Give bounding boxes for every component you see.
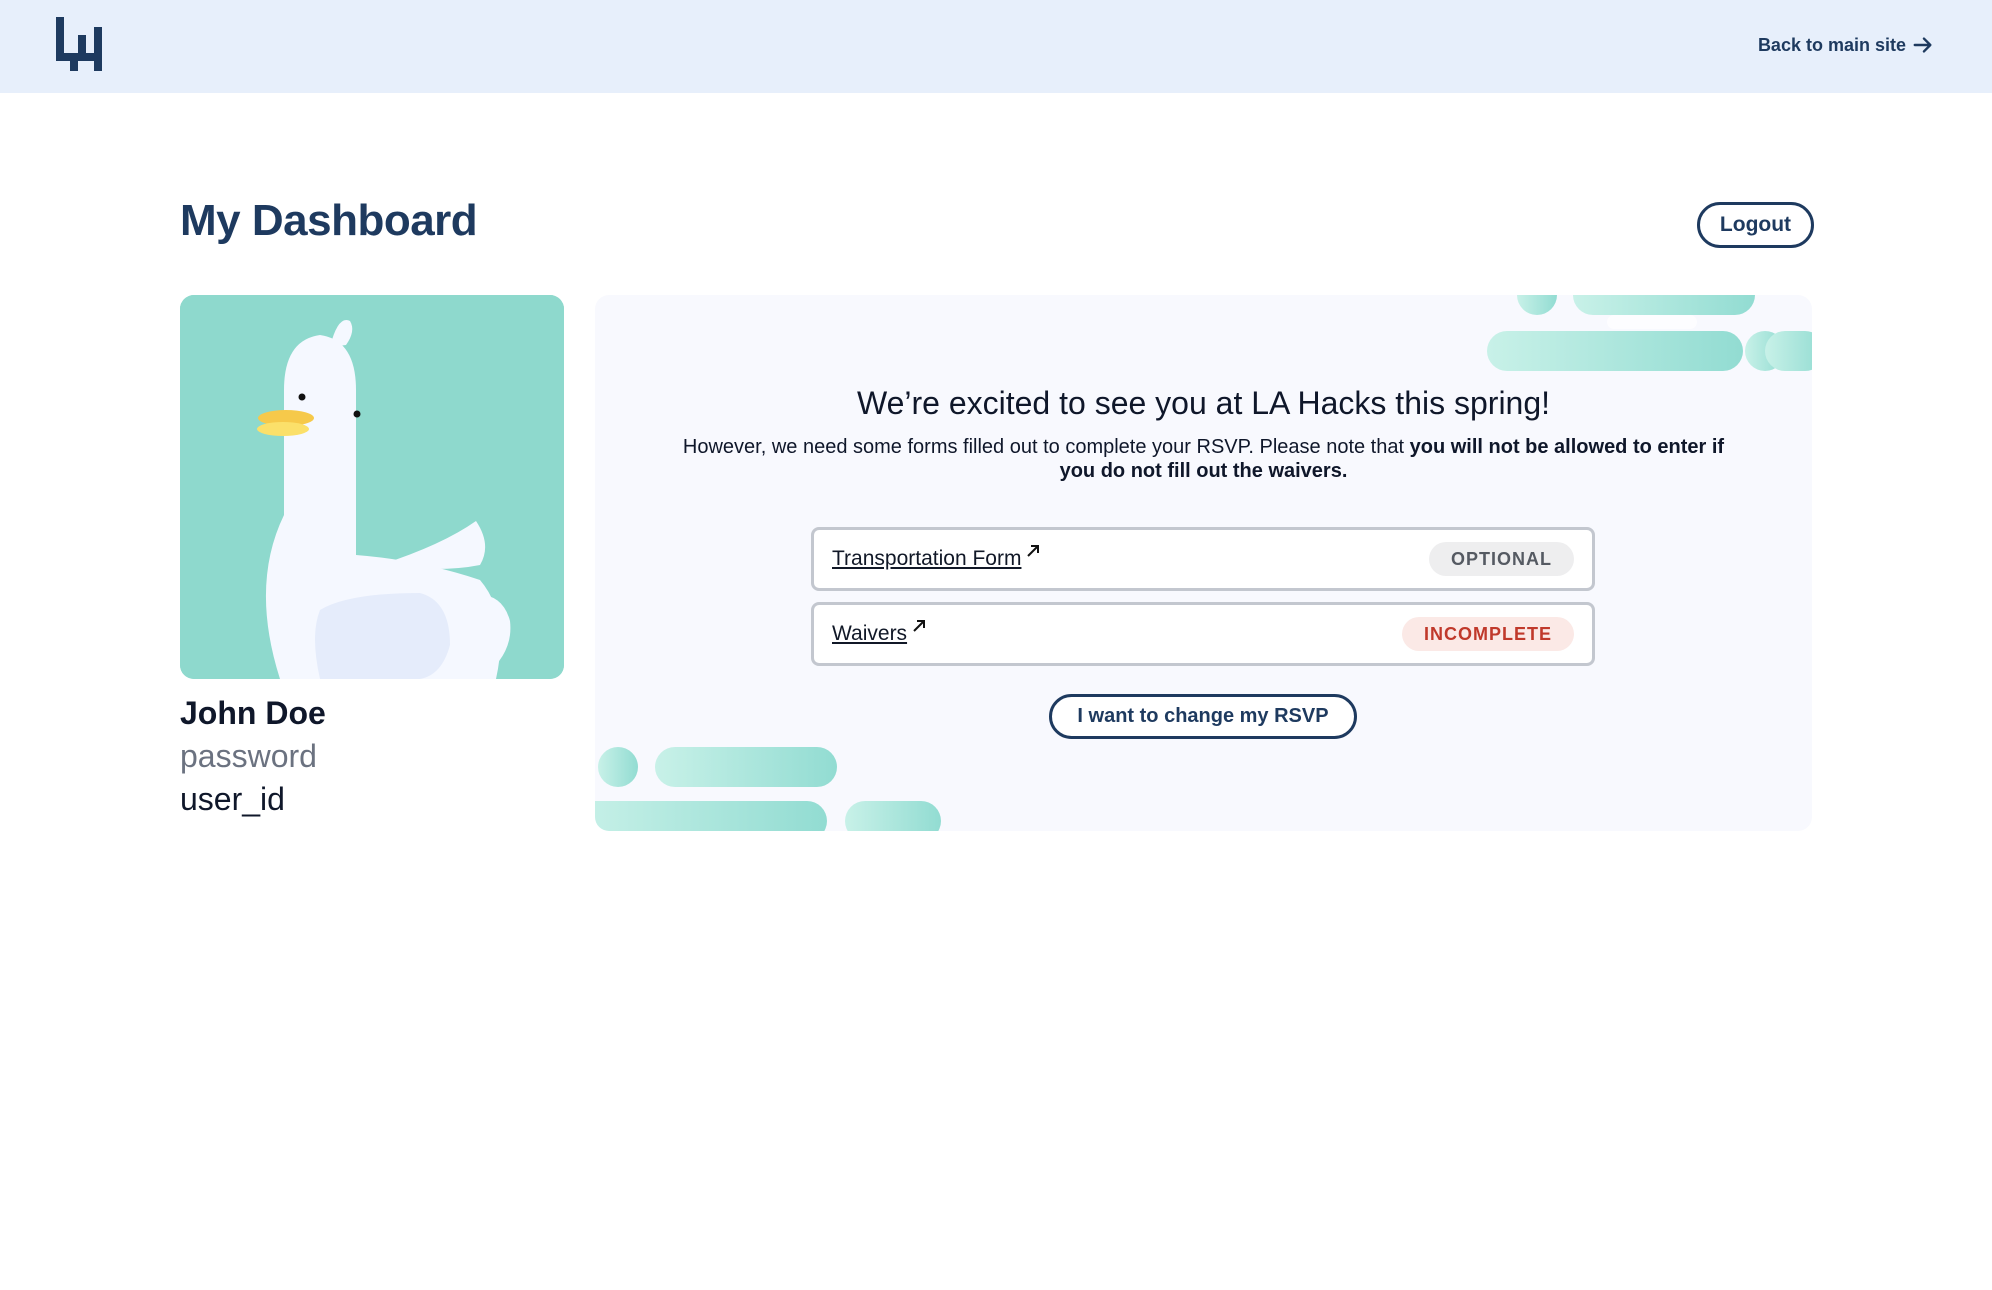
logout-button[interactable]: Logout (1697, 202, 1814, 248)
change-rsvp-button[interactable]: I want to change my RSVP (1049, 694, 1357, 739)
avatar (180, 295, 564, 679)
arrow-right-icon (1913, 37, 1932, 53)
user-password: password (180, 738, 317, 774)
external-link-icon (913, 620, 926, 632)
transportation-form-label: Transportation Form (832, 547, 1022, 570)
waivers-form-row: Waivers INCOMPLETE (811, 602, 1595, 666)
page-title: My Dashboard (180, 196, 478, 245)
duck-avatar-icon (180, 295, 564, 679)
rsvp-instructions-text: However, we need some forms filled out t… (682, 436, 1410, 458)
waivers-form-link[interactable]: Waivers (832, 620, 927, 646)
external-link-icon (1027, 545, 1040, 557)
back-link-label: Back to main site (1757, 34, 1906, 55)
rsvp-panel: We’re excited to see you at LA Hacks thi… (595, 295, 1812, 831)
rsvp-heading: We’re excited to see you at LA Hacks thi… (856, 385, 1551, 421)
status-badge: OPTIONAL (1429, 542, 1574, 576)
status-badge: INCOMPLETE (1401, 617, 1574, 651)
user-id: user_id (180, 781, 285, 817)
top-navigation-bar: Back to main site (0, 0, 1992, 93)
la-hacks-logo-icon[interactable] (56, 17, 102, 71)
user-name: John Doe (180, 695, 326, 731)
transportation-form-row: Transportation Form OPTIONAL (811, 527, 1595, 591)
rsvp-instructions: However, we need some forms filled out t… (665, 435, 1742, 483)
back-to-main-site-link[interactable]: Back to main site (1758, 30, 1934, 60)
waivers-form-label: Waivers (832, 622, 908, 645)
transportation-form-link[interactable]: Transportation Form (832, 545, 1041, 571)
